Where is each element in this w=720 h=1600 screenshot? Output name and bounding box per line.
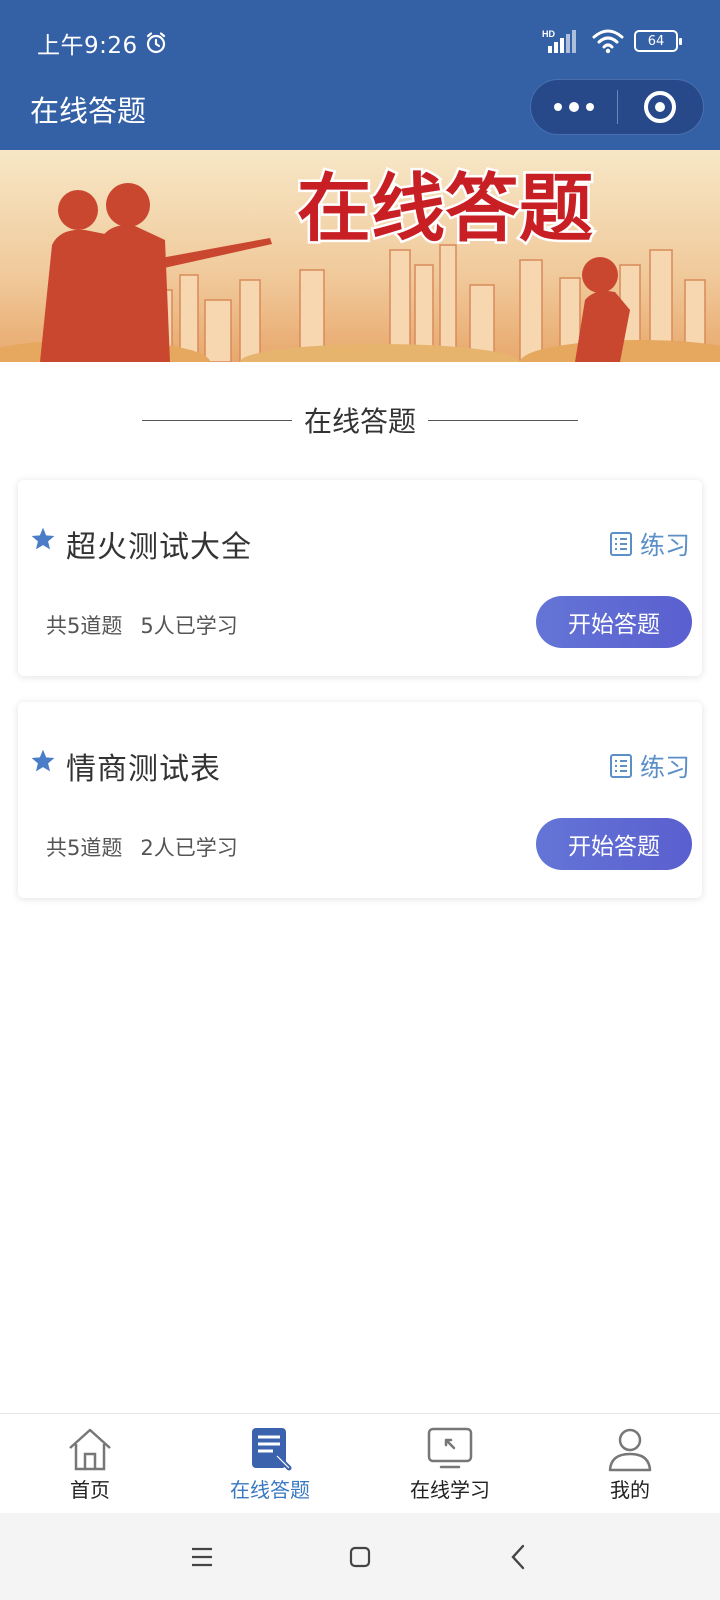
question-count: 共5道题 bbox=[46, 614, 123, 638]
back-button[interactable] bbox=[503, 1542, 533, 1572]
tab-online-study[interactable]: 在线学习 bbox=[360, 1414, 540, 1513]
more-dot-icon bbox=[553, 103, 562, 111]
banner-image: 在线答题 bbox=[0, 150, 720, 362]
square-icon bbox=[349, 1546, 371, 1567]
quiz-title: 情商测试表 bbox=[66, 752, 221, 787]
target-icon bbox=[644, 91, 677, 123]
study-icon bbox=[427, 1427, 473, 1469]
list-icon bbox=[609, 532, 632, 556]
tab-online-quiz[interactable]: 在线答题 bbox=[180, 1414, 360, 1513]
more-dot-icon bbox=[585, 103, 594, 111]
battery-icon: 64 bbox=[634, 30, 682, 52]
bottom-tab-bar: 首页 在线答题 在线学习 我的 bbox=[0, 1413, 720, 1513]
list-icon bbox=[609, 754, 632, 778]
star-icon bbox=[31, 749, 55, 772]
svg-text:HD: HD bbox=[542, 29, 555, 39]
battery-level: 64 bbox=[647, 33, 665, 49]
tab-profile[interactable]: 我的 bbox=[540, 1414, 720, 1513]
tab-label: 在线答题 bbox=[230, 1478, 310, 1502]
divider-line bbox=[428, 419, 578, 421]
signal-icon: HD bbox=[542, 29, 576, 53]
banner-title: 在线答题 bbox=[297, 167, 593, 250]
tab-label: 我的 bbox=[610, 1478, 650, 1502]
divider-line bbox=[141, 419, 292, 421]
practice-label: 练习 bbox=[639, 753, 690, 782]
alarm-icon bbox=[146, 32, 165, 54]
status-time: 上午9:26 bbox=[37, 26, 168, 60]
practice-label: 练习 bbox=[639, 531, 690, 560]
practice-link[interactable]: 练习 bbox=[609, 748, 690, 784]
quiz-title: 超火测试大全 bbox=[66, 530, 252, 565]
close-mini-program-button[interactable] bbox=[618, 80, 704, 134]
quiz-meta: 共5道题 2人已学习 bbox=[46, 832, 238, 862]
section-title: 在线答题 bbox=[303, 405, 416, 438]
more-dot-icon bbox=[568, 102, 579, 112]
system-nav-bar bbox=[0, 1513, 720, 1600]
quiz-card[interactable]: 情商测试表 练习 共5道题 2人已学习 开始答题 bbox=[18, 702, 702, 898]
mini-program-capsule bbox=[530, 79, 704, 135]
question-count: 共5道题 bbox=[46, 836, 123, 860]
quiz-icon bbox=[252, 1428, 292, 1471]
back-arrow-icon bbox=[511, 1544, 525, 1569]
menu-button[interactable] bbox=[187, 1542, 217, 1572]
home-icon bbox=[69, 1428, 111, 1471]
quiz-meta: 共5道题 5人已学习 bbox=[46, 610, 238, 640]
learner-count: 2人已学习 bbox=[140, 836, 238, 860]
profile-icon bbox=[608, 1428, 652, 1472]
practice-link[interactable]: 练习 bbox=[609, 526, 690, 562]
home-button[interactable] bbox=[345, 1542, 375, 1572]
tab-label: 在线学习 bbox=[410, 1478, 490, 1502]
start-quiz-button[interactable]: 开始答题 bbox=[536, 596, 692, 648]
more-button[interactable] bbox=[531, 80, 617, 134]
status-icons: HD 64 bbox=[542, 28, 682, 54]
banner-illustration: 在线答题 bbox=[0, 150, 720, 362]
quiz-card[interactable]: 超火测试大全 练习 共5道题 5人已学习 开始答题 bbox=[18, 480, 702, 676]
status-time-text: 上午9:26 bbox=[37, 33, 138, 59]
wifi-icon bbox=[592, 29, 624, 54]
learner-count: 5人已学习 bbox=[140, 614, 238, 638]
tab-label: 首页 bbox=[70, 1478, 110, 1502]
tab-home[interactable]: 首页 bbox=[0, 1414, 180, 1513]
menu-icon bbox=[192, 1547, 212, 1566]
star-icon bbox=[31, 527, 55, 550]
start-quiz-button[interactable]: 开始答题 bbox=[536, 818, 692, 870]
page-title: 在线答题 bbox=[30, 94, 147, 128]
app-header: 上午9:26 HD 64 在线答题 bbox=[0, 0, 720, 150]
section-header: 在线答题 bbox=[0, 400, 720, 440]
